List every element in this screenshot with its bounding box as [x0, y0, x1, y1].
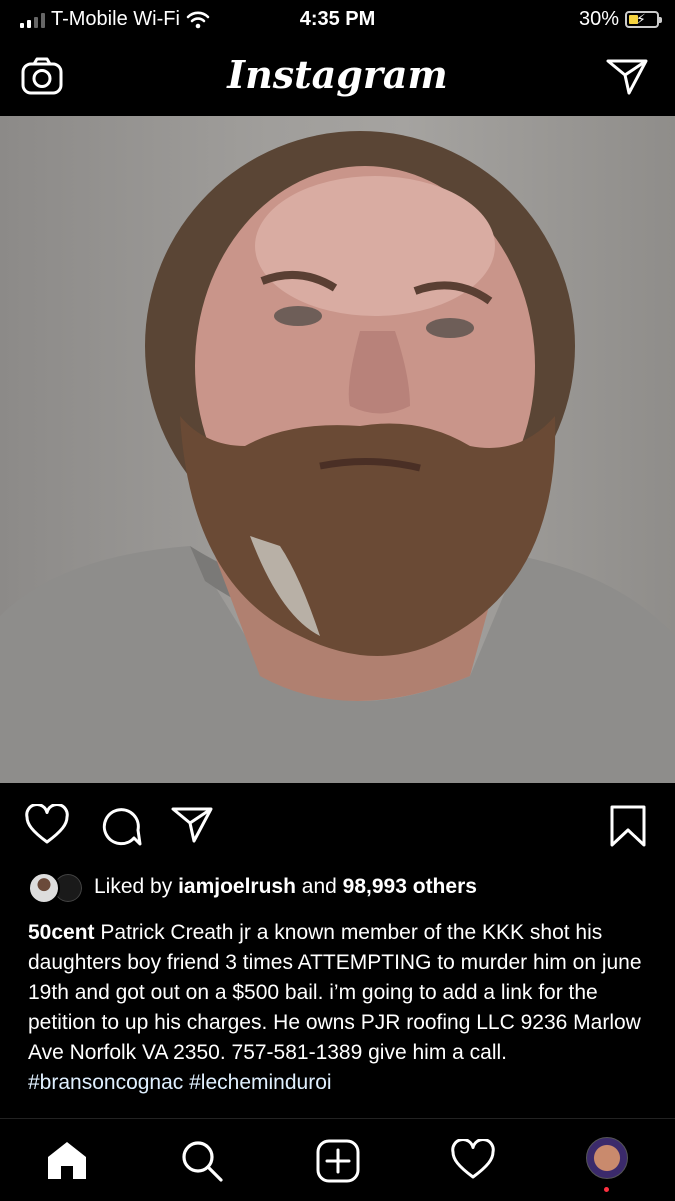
post-caption: 50cent Patrick Creath jr a known member …	[28, 918, 658, 1098]
hashtags[interactable]: #bransoncognac #lecheminduroi	[28, 1071, 332, 1094]
bottom-nav	[0, 1118, 675, 1201]
heart-icon[interactable]	[24, 804, 70, 846]
liker-avatars	[28, 872, 84, 904]
post-author[interactable]: 50cent	[28, 921, 95, 944]
notification-dot	[604, 1187, 609, 1192]
search-icon[interactable]	[180, 1139, 224, 1183]
home-icon[interactable]	[45, 1139, 89, 1181]
comment-icon[interactable]	[98, 804, 142, 848]
app-header: Instagram	[0, 40, 675, 116]
status-bar: T-Mobile Wi-Fi 4:35 PM 30% ⚡	[0, 0, 675, 40]
clock: 4:35 PM	[299, 8, 376, 30]
profile-avatar[interactable]	[586, 1137, 628, 1179]
post-actions	[0, 800, 675, 860]
battery-percent: 30%	[578, 8, 619, 30]
portrait-image	[0, 131, 675, 783]
liked-by-user[interactable]: iamjoelrush	[178, 875, 296, 899]
avatar	[28, 872, 60, 904]
direct-message-icon[interactable]	[605, 56, 649, 96]
battery-icon: ⚡	[625, 11, 662, 28]
likes-summary[interactable]: Liked by iamjoelrush and 98,993 others	[28, 872, 477, 904]
activity-heart-icon[interactable]	[450, 1139, 496, 1181]
add-post-icon[interactable]	[316, 1139, 360, 1183]
liked-by-connector: and	[301, 875, 337, 898]
bookmark-icon[interactable]	[608, 804, 648, 848]
liked-by-prefix: Liked by	[94, 875, 173, 898]
caption-text: Patrick Creath jr a known member of the …	[28, 921, 642, 1064]
app-logo: Instagram	[227, 52, 448, 97]
likes-count[interactable]: 98,993 others	[343, 875, 477, 899]
share-icon[interactable]	[170, 804, 214, 844]
post-photo[interactable]	[0, 116, 675, 783]
